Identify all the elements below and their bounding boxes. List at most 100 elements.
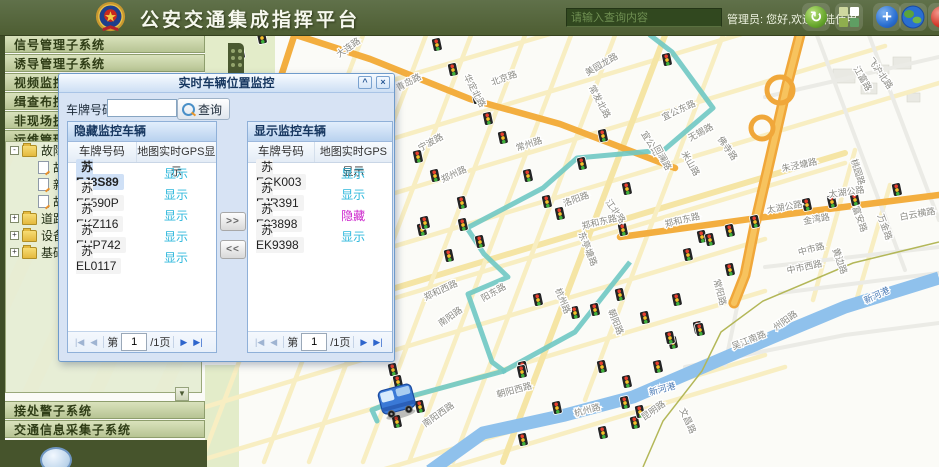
dialog-collapse-button[interactable]: ^ xyxy=(358,76,372,89)
traffic-light-marker[interactable] xyxy=(704,232,716,247)
sidebar-bottom-strip xyxy=(0,440,207,467)
query-button[interactable]: 查询 xyxy=(177,98,230,120)
sidebar-item-1[interactable]: 诱导管理子系统 xyxy=(5,54,205,72)
folder-icon xyxy=(22,230,37,242)
layout-grid-button[interactable] xyxy=(835,3,863,31)
traffic-light-marker[interactable] xyxy=(639,310,651,325)
magnifier-icon xyxy=(182,103,195,116)
document-icon xyxy=(38,178,49,191)
dialog-close-button[interactable]: × xyxy=(376,76,390,89)
district-boundary xyxy=(643,242,939,467)
traffic-light-marker[interactable] xyxy=(541,194,553,209)
prev-page-button[interactable]: ◀ xyxy=(87,337,100,348)
traffic-light-marker[interactable] xyxy=(522,168,534,183)
river xyxy=(430,278,939,467)
plate-search-row: 车牌号码: 查询 xyxy=(59,96,394,120)
first-page-button[interactable]: |◀ xyxy=(252,337,267,348)
traffic-light-marker[interactable] xyxy=(682,247,694,262)
layout-grid-icon xyxy=(839,7,859,27)
column-gps: 地图实时GPS显示 xyxy=(137,142,216,162)
tree-expander-icon[interactable]: + xyxy=(10,231,19,240)
page-title: 公安交通集成指挥平台 xyxy=(140,5,360,32)
alarm-button[interactable]: ! xyxy=(928,3,939,31)
header-bar: 公安交通集成指挥平台 管理员: 您好,欢迎登陆使用 ↻ + ! xyxy=(0,0,939,36)
traffic-light-marker[interactable] xyxy=(457,217,469,232)
sidebar-systems-bottom: 接处警子系统交通信息采集子系统 xyxy=(0,401,207,439)
traffic-light-marker[interactable] xyxy=(497,130,509,145)
gps-toggle-link[interactable]: 显示 xyxy=(314,228,392,245)
plate-number: 苏EK9398 xyxy=(256,222,304,253)
table-row[interactable]: 苏EL0117显示 xyxy=(68,247,216,268)
road-label: 常阳路 xyxy=(712,278,730,307)
shown-vehicles-panel: 显示监控车辆车牌号码地图实时GPS显示苏EQK003显示苏EJR391显示苏E9… xyxy=(247,121,393,353)
gps-toggle-link[interactable]: 显示 xyxy=(136,249,216,266)
traffic-light-marker[interactable] xyxy=(664,330,676,345)
refresh-globe-button[interactable]: ↻ xyxy=(802,3,830,31)
traffic-light-marker[interactable] xyxy=(724,262,736,277)
prev-page-button[interactable]: ◀ xyxy=(267,337,280,348)
sidebar-item-bottom-1[interactable]: 交通信息采集子系统 xyxy=(5,420,205,438)
traffic-light-marker[interactable] xyxy=(891,182,903,197)
last-page-button[interactable]: ▶| xyxy=(190,337,205,348)
road-label: 白云横路 xyxy=(899,205,936,222)
minimized-widget-icon[interactable] xyxy=(40,447,72,467)
traffic-light-marker[interactable] xyxy=(443,248,455,263)
sidebar-item-bottom-0[interactable]: 接处警子系统 xyxy=(5,401,205,419)
tree-expander-icon[interactable]: + xyxy=(10,248,19,257)
plate-cell: 苏EK9398 xyxy=(248,221,314,252)
traffic-light-marker[interactable] xyxy=(621,181,633,196)
traffic-light-marker[interactable] xyxy=(614,287,626,302)
header-search-input[interactable] xyxy=(566,8,722,27)
traffic-light-marker[interactable] xyxy=(387,362,399,377)
traffic-light-marker[interactable] xyxy=(482,111,494,126)
tracked-bus-marker[interactable] xyxy=(377,383,418,422)
tree-scroll-down-button[interactable]: ▼ xyxy=(175,387,189,401)
table-row[interactable]: 苏EK9398显示 xyxy=(248,226,392,247)
traffic-light-marker[interactable] xyxy=(621,374,633,389)
traffic-light-marker[interactable] xyxy=(431,37,443,52)
pagination-bar: |◀◀第/1页▶▶| xyxy=(68,331,216,352)
separator xyxy=(173,336,174,348)
gps-toggle-link[interactable]: 显示 xyxy=(314,165,392,182)
plate-number-input[interactable] xyxy=(107,99,177,117)
gps-toggle-link[interactable]: 显示 xyxy=(314,186,392,203)
page-input[interactable] xyxy=(301,333,327,351)
document-icon xyxy=(38,161,49,174)
tree-expander-icon[interactable]: + xyxy=(10,214,19,223)
folder-icon xyxy=(22,247,37,259)
road-label: 文昌路 xyxy=(677,406,698,435)
pagination-bar: |◀◀ 第/1页 ▶▶| xyxy=(248,331,392,352)
gps-toggle-link[interactable]: 显示 xyxy=(136,165,216,182)
traffic-light-marker[interactable] xyxy=(447,62,459,77)
gps-toggle-link[interactable]: 隐藏 xyxy=(314,207,392,224)
tree-expander-icon[interactable]: - xyxy=(10,146,19,155)
traffic-light-marker[interactable] xyxy=(724,223,736,238)
page-prefix: 第 xyxy=(287,334,298,350)
traffic-light-marker[interactable] xyxy=(671,292,683,307)
separator xyxy=(283,336,284,348)
traffic-light-marker[interactable] xyxy=(652,359,664,374)
refresh-globe-icon: ↻ xyxy=(805,6,827,28)
next-page-button[interactable]: ▶ xyxy=(357,337,370,348)
move-right-button[interactable]: >> xyxy=(220,212,246,231)
map-globe-button[interactable] xyxy=(899,3,927,31)
panel-title: 隐藏监控车辆 xyxy=(68,122,216,142)
traffic-light-marker[interactable] xyxy=(414,399,426,414)
last-page-button[interactable]: ▶| xyxy=(370,337,385,348)
move-left-button[interactable]: << xyxy=(220,240,246,259)
folder-icon xyxy=(22,213,37,225)
sidebar-item-0[interactable]: 信号管理子系统 xyxy=(5,35,205,53)
road xyxy=(409,35,573,462)
hidden-vehicles-panel: 隐藏监控车辆车牌号码地图实时GPS显示苏EJ8S89显示苏E5590P显示苏EK… xyxy=(67,121,217,353)
next-page-button[interactable]: ▶ xyxy=(177,337,190,348)
page-suffix: /1页 xyxy=(330,334,350,350)
gps-toggle-link[interactable]: 显示 xyxy=(136,207,216,224)
traffic-light-marker[interactable] xyxy=(474,234,486,249)
traffic-light-marker[interactable] xyxy=(532,292,544,307)
gps-toggle-link[interactable]: 显示 xyxy=(136,186,216,203)
page-input[interactable] xyxy=(121,333,147,351)
traffic-light-marker[interactable] xyxy=(597,425,609,440)
first-page-button[interactable]: |◀ xyxy=(72,337,87,348)
zoom-in-button[interactable]: + xyxy=(873,3,901,31)
gps-toggle-link[interactable]: 显示 xyxy=(136,228,216,245)
